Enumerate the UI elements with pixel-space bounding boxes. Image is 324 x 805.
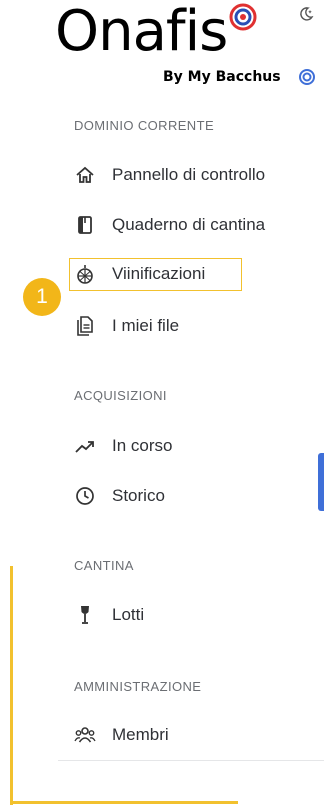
notebook-icon <box>74 214 96 236</box>
brand-logo[interactable]: Onafis By My Bacchus <box>55 0 290 90</box>
nav-item-cellar-notebook[interactable]: Quaderno di cantina <box>74 210 265 240</box>
nav-item-label: Quaderno di cantina <box>112 215 266 234</box>
nav-item-label: Pannello di controllo <box>112 165 266 184</box>
grape-icon <box>74 263 96 285</box>
logo-tagline: By My Bacchus <box>163 69 281 85</box>
nav-item-in-progress[interactable]: In corso <box>74 431 172 461</box>
nav-item-my-files[interactable]: I miei file <box>74 311 179 341</box>
nav-item-vinifications[interactable]: Viinificazioni <box>74 259 205 289</box>
nav-item-lots[interactable]: Lotti <box>74 600 144 630</box>
status-ring-icon[interactable] <box>298 68 316 86</box>
section-current-domain: DOMINIO CORRENTE <box>74 118 215 133</box>
section-acquisitions: ACQUISIZIONI <box>74 388 167 403</box>
clock-icon <box>74 485 96 507</box>
nav-item-label: Lotti <box>112 605 145 624</box>
divider <box>58 760 324 761</box>
nav-item-label: In corso <box>112 436 173 455</box>
nav-item-label: I miei file <box>112 316 180 335</box>
annotation-bracket-vertical <box>10 566 13 805</box>
logo-wordmark: Onafis <box>55 0 228 64</box>
wine-glass-icon <box>74 604 96 626</box>
nav-item-members[interactable]: Membri <box>74 720 169 750</box>
section-administration: AMMINISTRAZIONE <box>74 679 202 694</box>
trending-up-icon <box>74 435 96 457</box>
dark-mode-icon[interactable] <box>298 6 314 22</box>
nav-item-label: Viinificazioni <box>112 264 206 283</box>
nav-item-dashboard[interactable]: Pannello di controllo <box>74 160 265 190</box>
file-icon <box>74 315 96 337</box>
members-icon <box>74 724 96 746</box>
nav-item-history[interactable]: Storico <box>74 481 165 511</box>
step-badge: 1 <box>23 278 61 316</box>
section-cellar: CANTINA <box>74 558 134 573</box>
french-flag-icon <box>229 3 257 31</box>
side-panel-tab[interactable] <box>318 453 324 511</box>
nav-item-label: Membri <box>112 725 169 744</box>
nav-item-label: Storico <box>112 486 165 505</box>
home-icon <box>74 164 96 186</box>
